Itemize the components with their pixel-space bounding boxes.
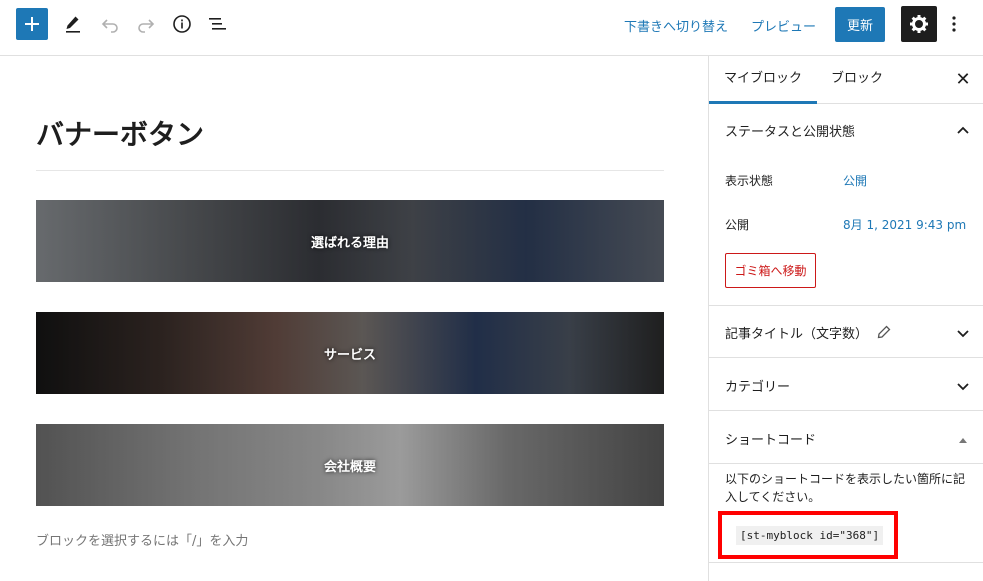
panel-divider xyxy=(709,562,983,563)
editor-canvas: バナーボタン 選ばれる理由 サービス 会社概要 ブロックを選択するには「/」を入… xyxy=(0,56,708,581)
sidebar-tabs: マイブロック ブロック ✕ xyxy=(709,56,983,104)
panel-title: ショートコード xyxy=(725,433,817,448)
caret-up-icon xyxy=(956,432,970,446)
plus-icon xyxy=(25,17,39,31)
preview-button[interactable]: プレビュー xyxy=(751,16,816,35)
panel-title: ステータスと公開状態 xyxy=(725,125,856,140)
move-to-trash-button[interactable]: ゴミ箱へ移動 xyxy=(725,253,816,288)
list-view-button[interactable] xyxy=(206,12,230,36)
shortcode-text[interactable]: [st-myblock id="368"] xyxy=(736,526,884,545)
close-icon[interactable]: ✕ xyxy=(953,70,973,90)
tab-block[interactable]: ブロック xyxy=(831,56,883,104)
banner-label: サービス xyxy=(323,347,376,363)
panel-article-title-header[interactable]: 記事タイトル（文字数） xyxy=(709,306,983,358)
undo-icon xyxy=(101,19,118,33)
gear-icon xyxy=(910,15,928,33)
panel-shortcode-header[interactable]: ショートコード xyxy=(709,412,983,464)
title-divider xyxy=(36,170,664,171)
panel-category-header[interactable]: カテゴリー xyxy=(709,359,983,411)
list-view-icon xyxy=(209,18,226,30)
panel-title: カテゴリー xyxy=(725,380,791,395)
pencil-icon xyxy=(877,324,891,339)
block-appender-placeholder[interactable]: ブロックを選択するには「/」を入力 xyxy=(36,530,248,549)
banner-label: 選ばれる理由 xyxy=(310,235,389,251)
edit-tool-button[interactable] xyxy=(61,12,85,36)
chevron-down-icon xyxy=(956,378,970,392)
update-button[interactable]: 更新 xyxy=(835,7,885,42)
chevron-up-icon xyxy=(956,123,970,137)
tab-my-block[interactable]: マイブロック xyxy=(709,56,817,104)
publish-date-value[interactable]: 8月 1, 2021 9:43 pm xyxy=(843,216,966,233)
shortcode-highlight-box: [st-myblock id="368"] xyxy=(718,511,898,559)
redo-icon xyxy=(138,19,155,33)
undo-button[interactable] xyxy=(98,12,122,36)
publish-label: 公開 xyxy=(725,218,750,232)
panel-status-header[interactable]: ステータスと公開状態 xyxy=(709,104,983,156)
banner-label: 会社概要 xyxy=(323,459,376,475)
banner-button-company[interactable]: 会社概要 xyxy=(36,424,664,506)
settings-sidebar: マイブロック ブロック ✕ ステータスと公開状態 表示状態 公開 公開 8月 1… xyxy=(708,56,983,581)
post-title[interactable]: バナーボタン xyxy=(36,113,204,153)
pencil-icon xyxy=(66,16,80,33)
visibility-value[interactable]: 公開 xyxy=(843,172,867,189)
add-block-button[interactable] xyxy=(16,8,48,40)
switch-to-draft-button[interactable]: 下書きへ切り替え xyxy=(624,16,728,35)
options-button[interactable] xyxy=(944,12,964,36)
shortcode-description: 以下のショートコードを表示したい箇所に記入してください。 xyxy=(725,472,966,504)
redo-button[interactable] xyxy=(134,12,158,36)
details-button[interactable] xyxy=(170,12,194,36)
settings-button[interactable] xyxy=(901,6,937,42)
info-icon xyxy=(173,15,191,33)
more-vertical-icon xyxy=(952,16,956,32)
chevron-down-icon xyxy=(956,325,970,339)
banner-button-reasons[interactable]: 選ばれる理由 xyxy=(36,200,664,282)
panel-title: 記事タイトル（文字数） xyxy=(725,327,869,342)
banner-button-service[interactable]: サービス xyxy=(36,312,664,394)
editor-toolbar: 下書きへ切り替え プレビュー 更新 xyxy=(0,0,983,56)
visibility-label: 表示状態 xyxy=(725,174,774,188)
